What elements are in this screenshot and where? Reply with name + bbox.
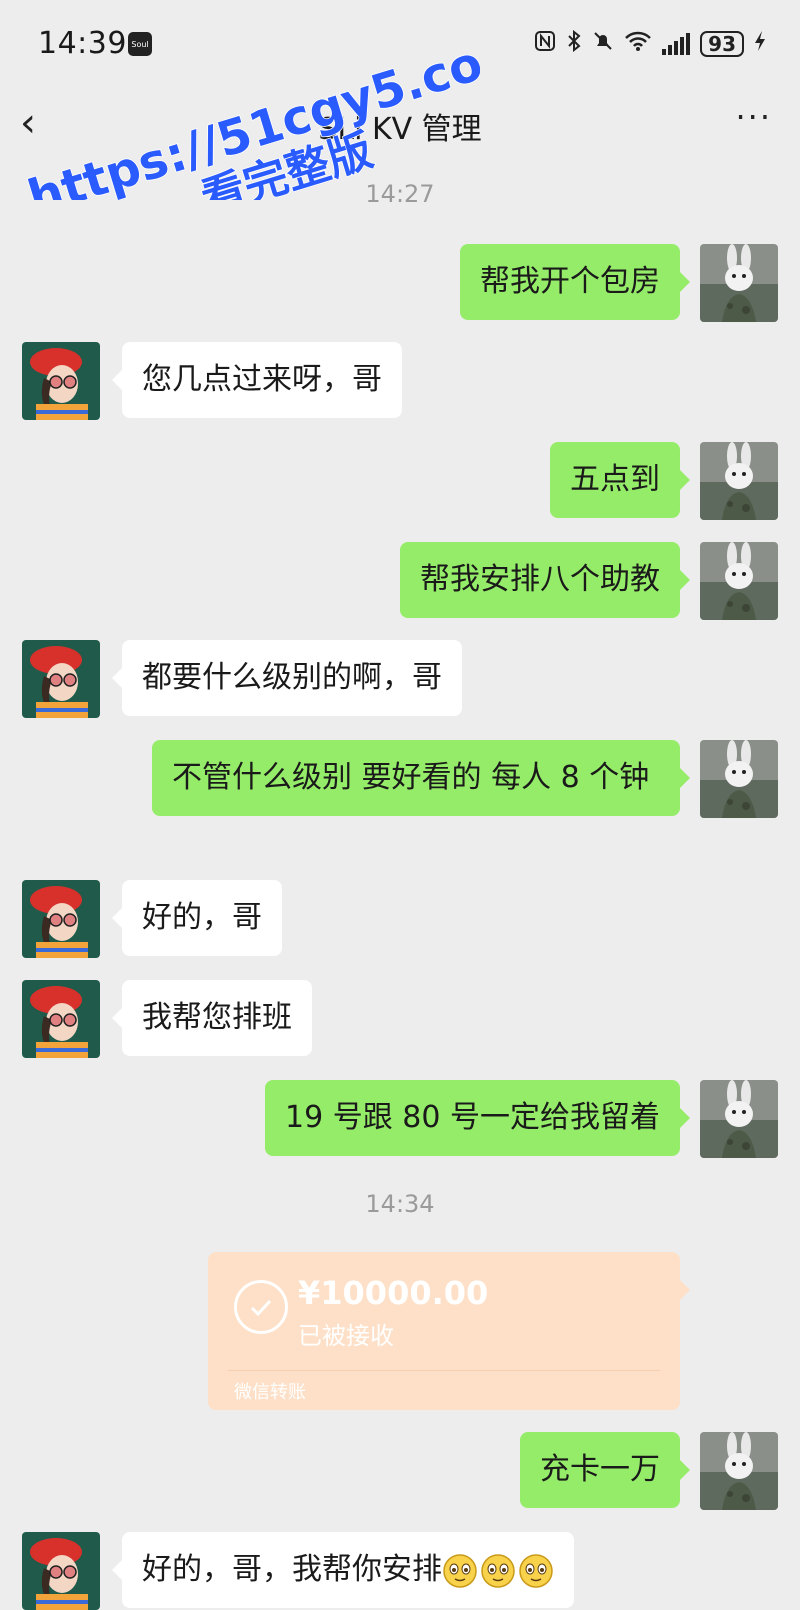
soul-app-icon: Soul [128,32,152,56]
transfer-status: 已被接收 [298,1322,394,1350]
emoji-icon [443,1553,477,1588]
message-text: 好的，哥，我帮你安排 [142,1552,442,1587]
message-text: 您几点过来呀，哥 [142,362,382,397]
outgoing-message-bubble[interactable]: 帮我安排八个助教 [400,542,690,618]
outgoing-message-bubble[interactable]: 帮我开个包房 [460,244,690,320]
message-text: 帮我开个包房 [480,264,660,299]
my-avatar[interactable] [700,442,778,520]
status-icons: 93 [534,29,766,58]
my-avatar[interactable] [700,740,778,818]
emoji-icon [519,1553,553,1588]
incoming-message-bubble[interactable]: 好的，哥 [112,880,282,956]
timestamp: 14:27 [365,180,435,208]
message-text: 我帮您排班 [142,1000,292,1035]
message-text: 好的，哥 [142,900,262,935]
outgoing-message-bubble[interactable]: 19 号跟 80 号一定给我留着 [265,1080,690,1156]
outgoing-message-bubble[interactable]: 五点到 [550,442,690,518]
contact-avatar[interactable] [22,980,100,1058]
battery-level: 93 [700,31,744,57]
contact-avatar[interactable] [22,1532,100,1610]
incoming-message-bubble[interactable]: 都要什么级别的啊，哥 [112,640,462,716]
chat-title: SLi KV 管理 [318,112,482,147]
message-text: 都要什么级别的啊，哥 [142,660,442,695]
status-bar: 14:39 Soul 93 [0,0,800,90]
my-avatar[interactable] [700,1432,778,1510]
emoji-icon [481,1553,515,1588]
outgoing-message-bubble[interactable]: 不管什么级别 要好看的 每人 8 个钟 [152,740,690,816]
mute-bell-icon [592,30,614,58]
message-text: 不管什么级别 要好看的 每人 8 个钟 [172,760,650,795]
transfer-amount: ¥10000.00 [298,1274,489,1312]
wifi-icon [624,30,652,58]
bluetooth-icon [566,29,582,58]
check-icon [234,1280,288,1334]
my-avatar[interactable] [700,542,778,620]
my-avatar[interactable] [700,1080,778,1158]
chat-header: ‹ SLi KV 管理 ··· [0,90,800,160]
transfer-card[interactable]: ¥10000.00 已被接收 微信转账 [208,1252,690,1410]
incoming-message-bubble[interactable]: 我帮您排班 [112,980,312,1056]
message-text: 19 号跟 80 号一定给我留着 [285,1100,660,1135]
transfer-label: 微信转账 [234,1382,306,1403]
contact-avatar[interactable] [22,880,100,958]
more-options-button[interactable]: ··· [735,98,772,136]
my-avatar[interactable] [700,244,778,322]
signal-icon [662,33,691,55]
transfer-divider [228,1370,660,1371]
incoming-message-bubble[interactable]: 您几点过来呀，哥 [112,342,402,418]
message-text: 充卡一万 [540,1452,660,1487]
timestamp: 14:34 [365,1190,435,1218]
contact-avatar[interactable] [22,640,100,718]
incoming-message-bubble[interactable]: 好的，哥，我帮你安排 [112,1532,574,1608]
contact-avatar[interactable] [22,342,100,420]
message-text: 五点到 [570,462,660,497]
emoji-group [442,1553,554,1589]
status-time: 14:39 [38,26,127,61]
charging-icon [754,30,766,58]
nfc-icon [534,30,556,58]
outgoing-message-bubble[interactable]: 充卡一万 [520,1432,690,1508]
message-text: 帮我安排八个助教 [420,562,660,597]
